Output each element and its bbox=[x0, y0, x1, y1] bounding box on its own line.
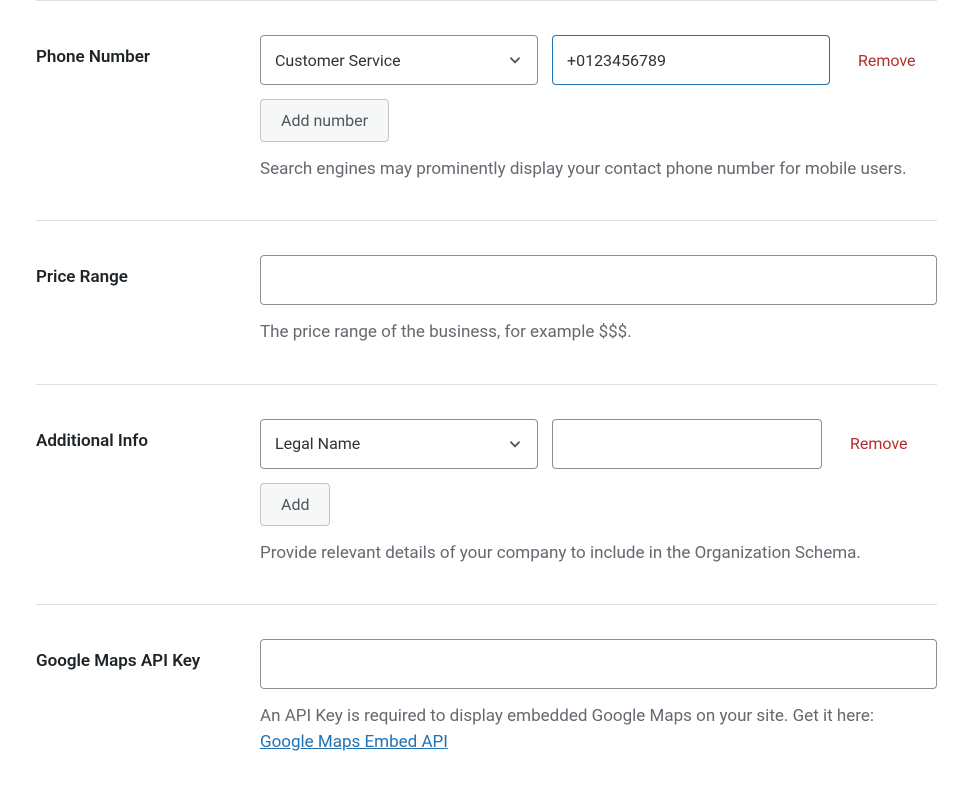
additional-type-select[interactable]: Legal Name bbox=[260, 419, 538, 469]
additional-info-label: Additional Info bbox=[36, 419, 260, 566]
price-range-section: Price Range The price range of the busin… bbox=[36, 220, 937, 383]
phone-number-row: Customer Service Remove bbox=[260, 35, 937, 85]
additional-info-section: Additional Info Legal Name Remove Add Pr… bbox=[36, 384, 937, 604]
price-range-input[interactable] bbox=[260, 255, 937, 305]
phone-value-input[interactable] bbox=[552, 35, 830, 85]
phone-remove-link[interactable]: Remove bbox=[858, 51, 916, 70]
google-maps-section: Google Maps API Key An API Key is requir… bbox=[36, 604, 937, 794]
google-maps-label: Google Maps API Key bbox=[36, 639, 260, 756]
additional-help-text: Provide relevant details of your company… bbox=[260, 540, 920, 566]
phone-type-select[interactable]: Customer Service bbox=[260, 35, 538, 85]
phone-number-label: Phone Number bbox=[36, 35, 260, 182]
price-range-content: The price range of the business, for exa… bbox=[260, 255, 937, 345]
phone-type-select-wrapper: Customer Service bbox=[260, 35, 538, 85]
phone-number-content: Customer Service Remove Add number Searc… bbox=[260, 35, 937, 182]
phone-help-text: Search engines may prominently display y… bbox=[260, 156, 920, 182]
additional-value-input[interactable] bbox=[552, 419, 822, 469]
additional-info-content: Legal Name Remove Add Provide relevant d… bbox=[260, 419, 937, 566]
phone-number-section: Phone Number Customer Service Remove Add… bbox=[36, 0, 937, 220]
google-maps-row bbox=[260, 639, 937, 689]
google-maps-help-prefix: An API Key is required to display embedd… bbox=[260, 706, 874, 726]
additional-info-row: Legal Name Remove bbox=[260, 419, 937, 469]
google-maps-content: An API Key is required to display embedd… bbox=[260, 639, 937, 756]
price-range-label: Price Range bbox=[36, 255, 260, 345]
google-maps-input[interactable] bbox=[260, 639, 937, 689]
price-range-row bbox=[260, 255, 937, 305]
add-button[interactable]: Add bbox=[260, 483, 330, 526]
additional-type-select-wrapper: Legal Name bbox=[260, 419, 538, 469]
add-number-button[interactable]: Add number bbox=[260, 99, 389, 142]
additional-remove-link[interactable]: Remove bbox=[850, 434, 908, 453]
price-range-help-text: The price range of the business, for exa… bbox=[260, 319, 920, 345]
google-maps-embed-link[interactable]: Google Maps Embed API bbox=[260, 732, 448, 752]
google-maps-help-text: An API Key is required to display embedd… bbox=[260, 703, 920, 756]
